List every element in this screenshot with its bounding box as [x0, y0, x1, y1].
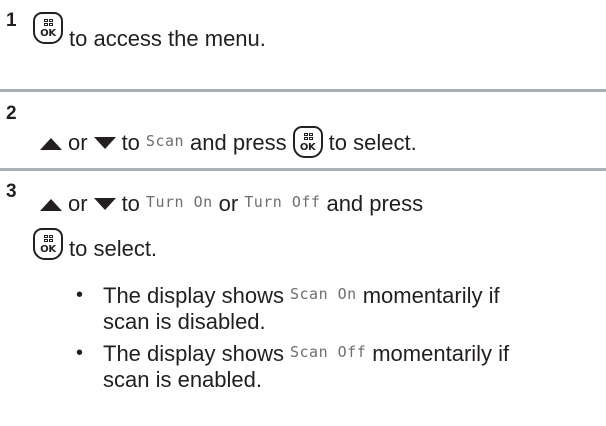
- menu-grid-icon: [44, 235, 53, 244]
- step-number: 2: [6, 103, 17, 124]
- or-text: or: [68, 191, 88, 216]
- ok-key-label: OK: [299, 142, 316, 153]
- divider-2: [0, 168, 606, 171]
- menu-grid-icon: [44, 19, 53, 28]
- bullet-prefix: The display shows: [103, 283, 284, 308]
- bullet-marker: •: [76, 342, 84, 364]
- step-3-line-1: or to Turn On or Turn Off and press: [40, 191, 423, 217]
- down-arrow-icon: [93, 198, 116, 210]
- step-1-text: to access the menu.: [69, 26, 266, 51]
- menu-ok-key-icon: OK: [33, 12, 63, 44]
- bullet-suffix: momentarily if: [362, 283, 500, 308]
- option-turn-on: Turn On: [145, 193, 213, 211]
- option-turn-off: Turn Off: [244, 193, 321, 211]
- display-scan-on: Scan On: [289, 285, 357, 303]
- or-between-text: or: [218, 191, 239, 216]
- to-text: to: [121, 191, 140, 216]
- bullet-1-line-2: scan is disabled.: [103, 309, 266, 334]
- bullet-suffix: momentarily if: [372, 341, 510, 366]
- to-text: to: [121, 130, 140, 155]
- menu-item-scan: Scan: [145, 132, 185, 150]
- display-scan-off: Scan Off: [289, 343, 367, 361]
- menu-ok-key-icon: OK: [33, 228, 63, 260]
- select-text: to select.: [69, 236, 158, 261]
- bullet-1-line-1: The display shows Scan On momentarily if: [103, 283, 500, 309]
- select-text: to select.: [328, 130, 417, 155]
- bullet-marker: •: [76, 284, 84, 306]
- ok-key-label: OK: [40, 28, 56, 39]
- bullet-2-line-2: scan is enabled.: [103, 367, 262, 392]
- step-number: 3: [6, 181, 17, 202]
- up-arrow-icon: [40, 138, 62, 150]
- menu-ok-key-icon: OK: [292, 126, 323, 158]
- step-1-line: OK to access the menu.: [33, 12, 266, 51]
- down-arrow-icon: [93, 137, 116, 149]
- menu-grid-icon: [303, 133, 313, 142]
- ok-key-label: OK: [40, 244, 56, 255]
- bullet-prefix: The display shows: [103, 341, 284, 366]
- step-3-line-2: OK to select.: [33, 228, 158, 261]
- or-text: or: [68, 130, 88, 155]
- step-number: 1: [6, 10, 17, 31]
- and-press-text: and press: [190, 130, 287, 155]
- step-2-line: or to Scan and press OK to select.: [40, 124, 417, 158]
- bullet-2-line-1: The display shows Scan Off momentarily i…: [103, 341, 509, 367]
- divider-1: [0, 89, 606, 92]
- and-press-text: and press: [326, 191, 424, 216]
- up-arrow-icon: [40, 199, 62, 211]
